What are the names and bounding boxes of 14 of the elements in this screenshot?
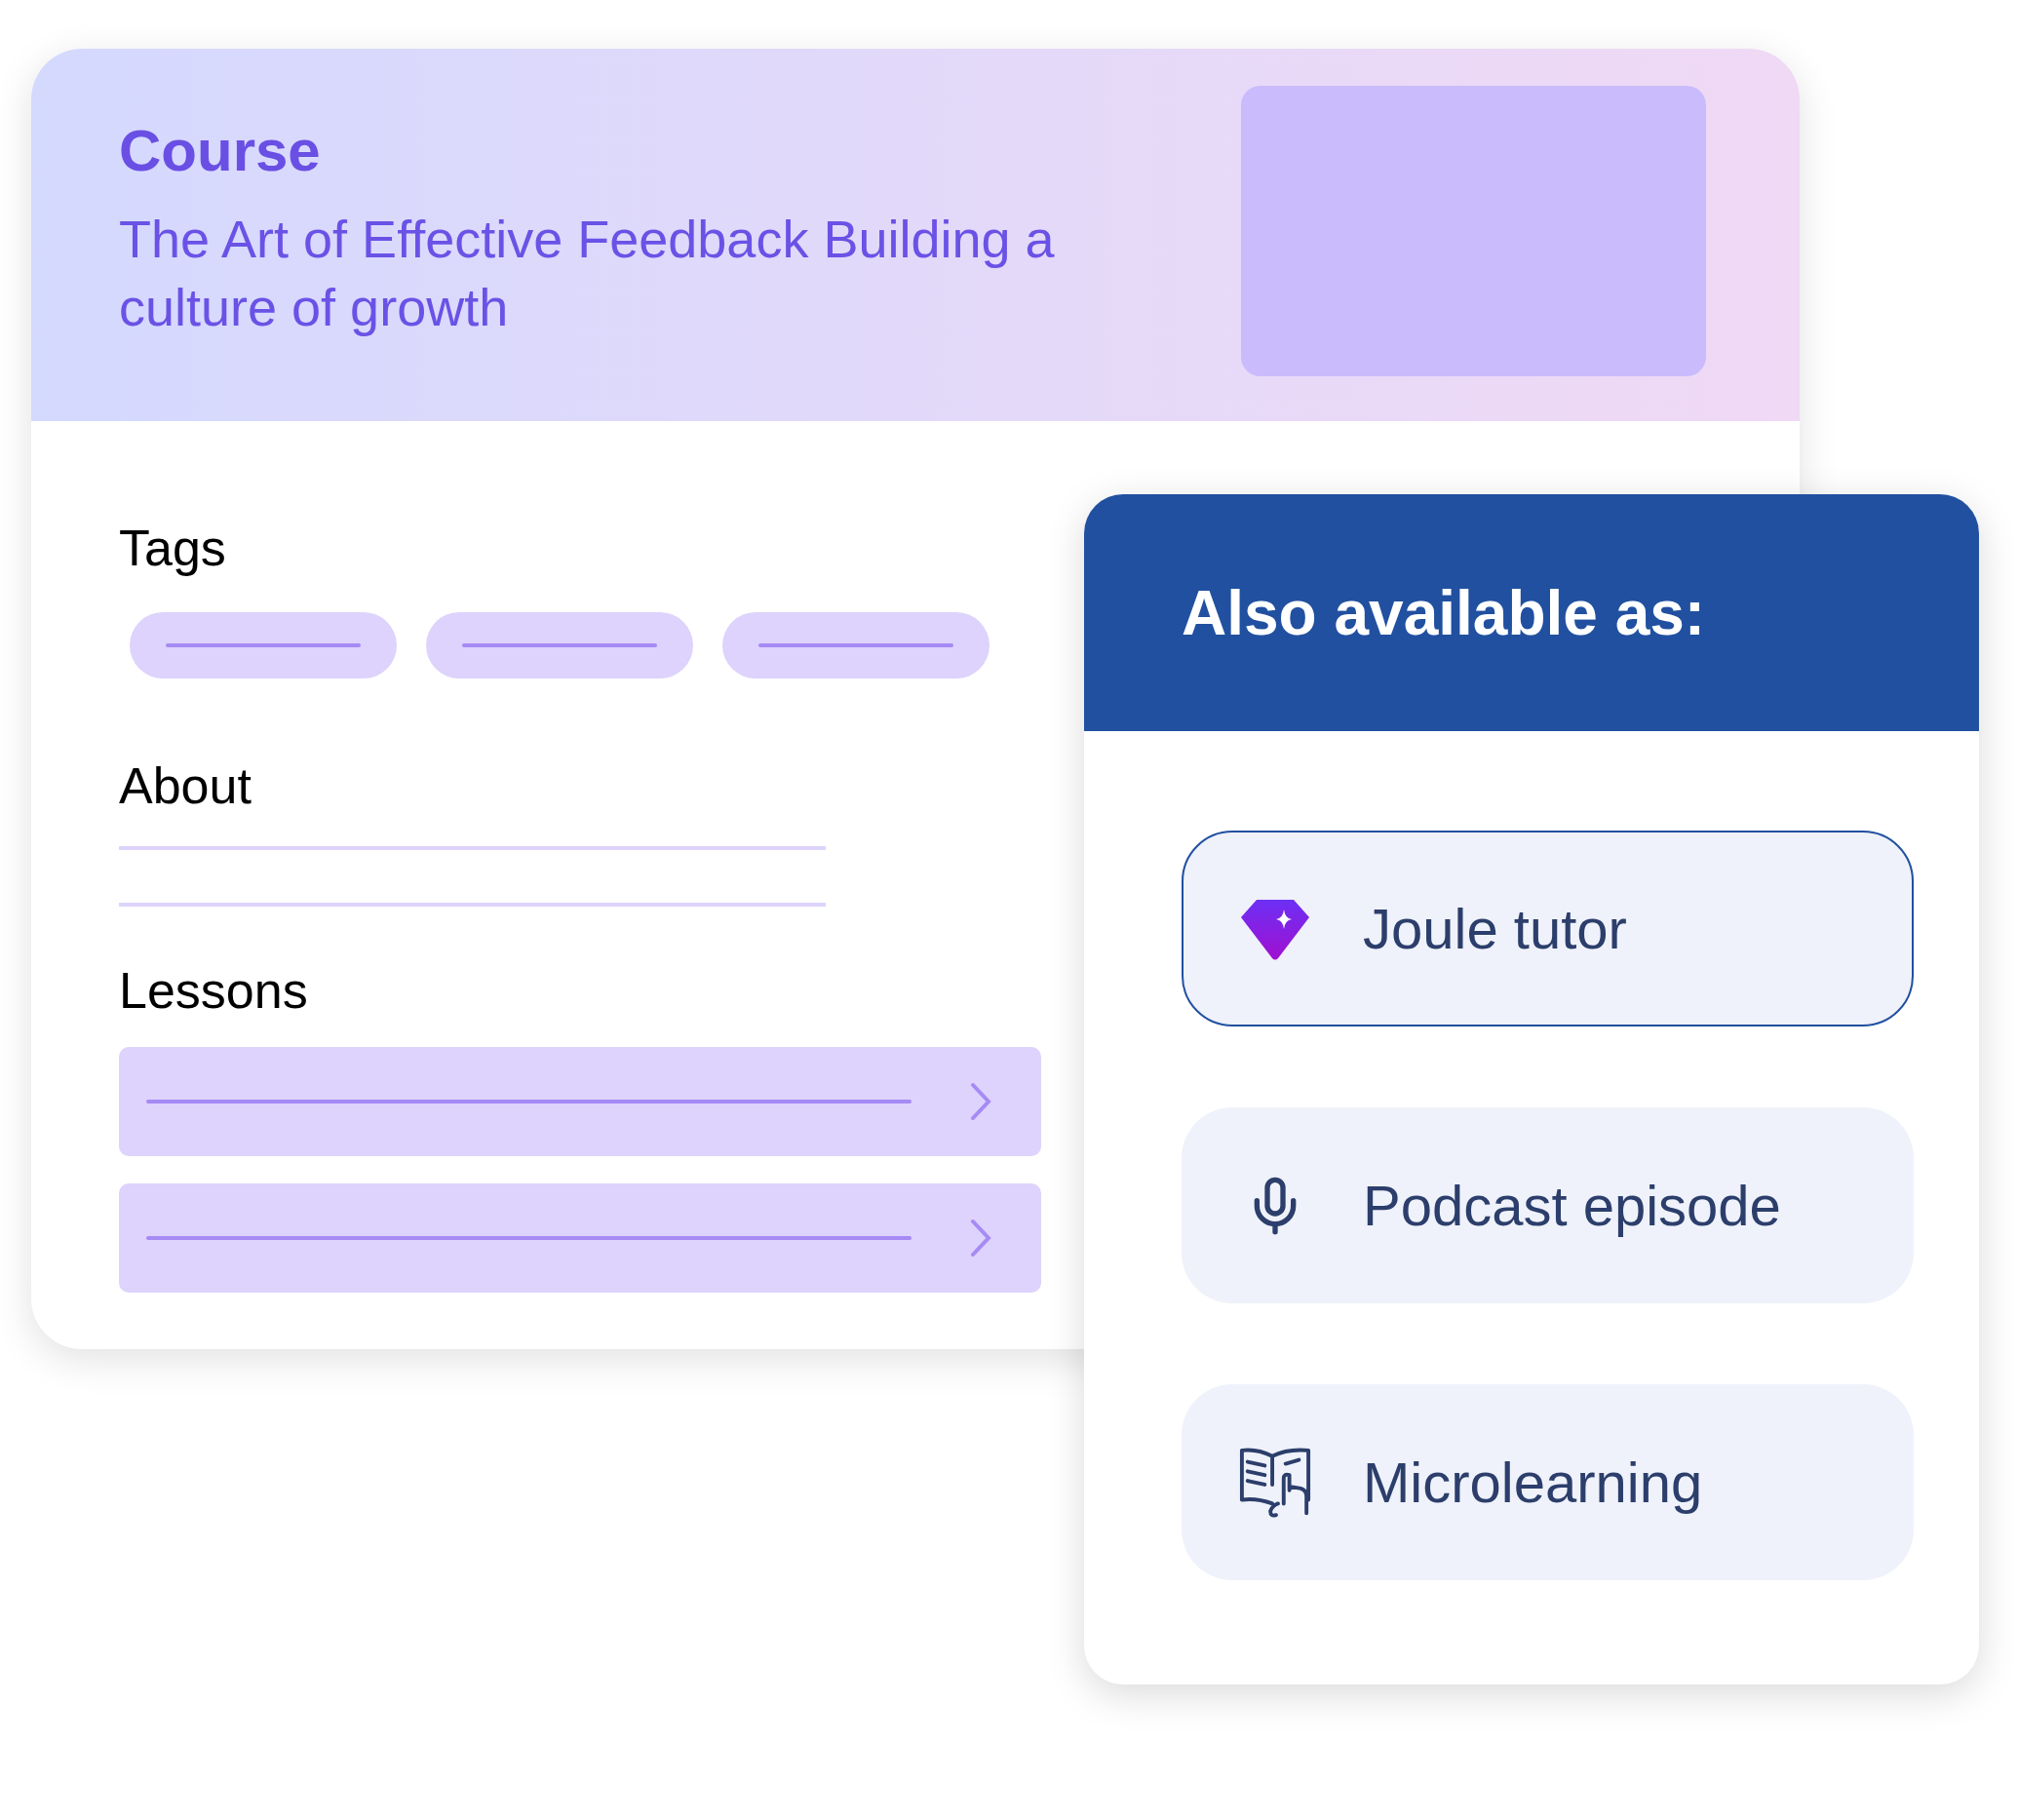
format-option[interactable]: Microlearning (1182, 1384, 1914, 1580)
section-heading: Lessons (119, 961, 309, 1020)
format-option[interactable]: Podcast episode (1182, 1107, 1914, 1303)
course-label: Course (119, 117, 322, 185)
lesson-row[interactable] (119, 1047, 1041, 1156)
format-option[interactable]: Joule tutor (1182, 831, 1914, 1026)
chevron-right-icon (970, 1082, 991, 1121)
gem-icon (1239, 897, 1311, 960)
chevron-right-icon (970, 1219, 991, 1258)
formats-title: Also available as: (1182, 576, 1706, 650)
section-heading: Tags (119, 519, 227, 577)
section-heading: About (119, 756, 252, 815)
lesson-row[interactable] (119, 1183, 1041, 1293)
course-title: The Art of Effective Feedback Building a culture of growth (119, 209, 1056, 338)
